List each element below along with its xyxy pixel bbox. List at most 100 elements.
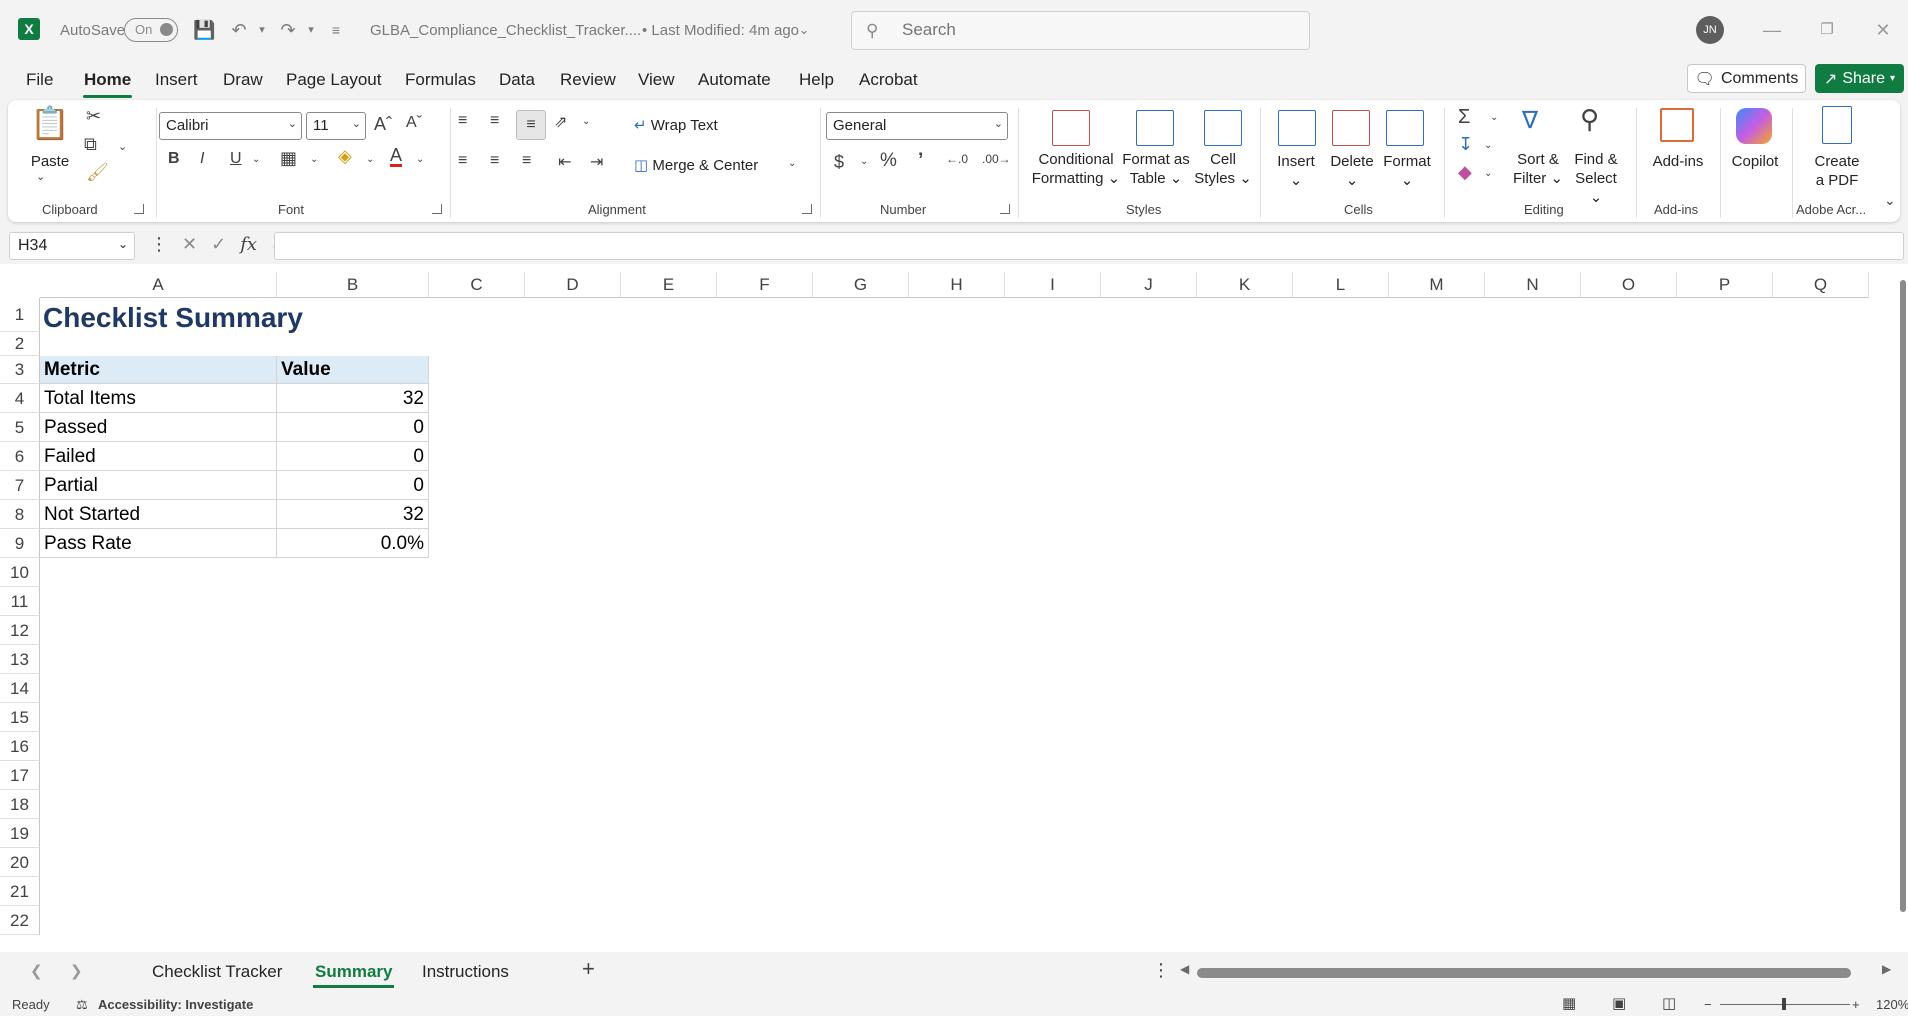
fill-dropdown-icon[interactable]: ⌄ (1484, 140, 1492, 151)
row-header[interactable]: 19 (0, 819, 40, 848)
fill-icon[interactable]: ↧ (1458, 134, 1473, 155)
ribbon-collapse-icon[interactable]: ⌄ (1884, 192, 1896, 209)
clear-dropdown-icon[interactable]: ⌄ (1484, 168, 1492, 179)
sort-filter-icon[interactable]: ∇ (1522, 106, 1538, 135)
row-header[interactable]: 2 (0, 332, 40, 356)
accessibility-icon[interactable]: ⚖ (76, 997, 88, 1013)
header-cell-metric[interactable]: Metric (40, 356, 277, 384)
decrease-font-icon[interactable]: Aˇ (406, 114, 422, 132)
create-pdf-button[interactable]: Create a PDF (1804, 152, 1870, 190)
cell-styles-button[interactable]: Cell Styles ⌄ (1194, 150, 1252, 188)
row-header[interactable]: 8 (0, 500, 40, 529)
borders-icon[interactable]: ▦ (280, 148, 297, 169)
currency-icon[interactable]: $ (834, 152, 844, 173)
cancel-entry-icon[interactable]: ✕ (182, 234, 197, 255)
zoom-level[interactable]: 120% (1876, 997, 1908, 1012)
menu-file[interactable]: File (22, 68, 57, 92)
page-break-view-icon[interactable]: ◫ (1662, 994, 1676, 1012)
redo-dropdown-icon[interactable]: ▾ (301, 20, 321, 40)
value-cell[interactable]: 32 (277, 384, 429, 413)
scroll-right-icon[interactable]: ▶ (1882, 962, 1891, 976)
row-header[interactable]: 10 (0, 558, 40, 587)
column-header[interactable]: B (277, 272, 429, 298)
row-header[interactable]: 12 (0, 616, 40, 645)
sheet-title[interactable]: Checklist Summary (43, 302, 303, 334)
font-size-select[interactable]: 11 ⌄ (306, 112, 366, 140)
redo-icon[interactable]: ↷ (278, 20, 298, 40)
menu-view[interactable]: View (634, 68, 679, 92)
font-color-icon[interactable]: A (390, 146, 403, 167)
row-header[interactable]: 5 (0, 413, 40, 442)
copy-dropdown-icon[interactable]: ⌄ (118, 140, 127, 153)
underline-icon[interactable]: U (230, 150, 242, 168)
row-header[interactable]: 11 (0, 587, 40, 616)
insert-cells-button[interactable]: Insert ⌄ (1268, 152, 1324, 190)
column-header[interactable]: M (1389, 272, 1485, 298)
decrease-indent-icon[interactable]: ⇤ (558, 152, 571, 172)
copilot-button[interactable]: Copilot (1726, 152, 1784, 171)
autosum-dropdown-icon[interactable]: ⌄ (1490, 112, 1498, 123)
metric-cell[interactable]: Failed (40, 442, 277, 471)
alignment-launcher-icon[interactable] (802, 204, 812, 214)
row-header[interactable]: 17 (0, 761, 40, 790)
undo-icon[interactable]: ↶ (229, 20, 249, 40)
autosave-toggle[interactable]: On (124, 18, 178, 42)
insert-cells-icon[interactable] (1278, 110, 1316, 146)
row-header[interactable]: 14 (0, 674, 40, 703)
menu-automate[interactable]: Automate (694, 68, 775, 92)
search-input[interactable] (902, 20, 1282, 40)
column-header[interactable]: P (1677, 272, 1773, 298)
next-sheet-icon[interactable]: ❯ (70, 962, 83, 980)
underline-dropdown-icon[interactable]: ⌄ (252, 154, 260, 165)
column-header[interactable]: F (717, 272, 813, 298)
column-header[interactable]: O (1581, 272, 1677, 298)
row-header[interactable]: 4 (0, 384, 40, 413)
percent-icon[interactable]: % (880, 150, 897, 172)
value-cell[interactable]: 0 (277, 413, 429, 442)
save-icon[interactable]: 💾 (193, 20, 215, 40)
page-layout-view-icon[interactable]: ▣ (1612, 994, 1626, 1012)
column-header[interactable]: E (621, 272, 717, 298)
align-center-icon[interactable]: ≡ (490, 152, 499, 170)
column-header[interactable]: G (813, 272, 909, 298)
fill-color-icon[interactable]: ◈ (338, 146, 352, 167)
name-box[interactable]: H34 ⌄ (9, 232, 135, 260)
conditional-formatting-button[interactable]: Conditional Formatting ⌄ (1024, 150, 1128, 188)
copy-icon[interactable]: ⧉ (84, 134, 97, 155)
number-launcher-icon[interactable] (1000, 204, 1010, 214)
metric-cell[interactable]: Not Started (40, 500, 277, 529)
value-cell[interactable]: 0 (277, 471, 429, 500)
accessibility-status[interactable]: Accessibility: Investigate (98, 997, 253, 1012)
row-header[interactable]: 7 (0, 471, 40, 500)
italic-icon[interactable]: I (200, 150, 204, 168)
prev-sheet-icon[interactable]: ❮ (30, 962, 43, 980)
clear-icon[interactable]: ◆ (1458, 162, 1472, 183)
currency-dropdown-icon[interactable]: ⌄ (860, 156, 868, 167)
comments-button[interactable]: 🗨 Comments (1687, 64, 1806, 93)
menu-draw[interactable]: Draw (219, 68, 267, 92)
horizontal-scrollbar[interactable] (1197, 968, 1851, 978)
align-bottom-icon[interactable]: ≡ (516, 110, 546, 140)
value-cell[interactable]: 32 (277, 500, 429, 529)
column-header[interactable]: J (1101, 272, 1197, 298)
autosum-icon[interactable]: Σ (1458, 106, 1470, 129)
font-color-dropdown-icon[interactable]: ⌄ (416, 154, 424, 165)
add-ins-icon[interactable] (1660, 108, 1694, 142)
customize-toolbar-icon[interactable]: ≡ (326, 20, 346, 40)
avatar[interactable]: JN (1696, 16, 1724, 44)
sort-filter-button[interactable]: Sort & Filter ⌄ (1512, 150, 1564, 188)
undo-dropdown-icon[interactable]: ▾ (252, 20, 272, 40)
decrease-decimal-icon[interactable]: .00→ (982, 152, 1011, 166)
zoom-in-icon[interactable]: + (1852, 997, 1860, 1012)
tabs-options-icon[interactable]: ⋮ (1152, 960, 1170, 981)
orientation-dropdown-icon[interactable]: ⌄ (582, 116, 590, 127)
align-right-icon[interactable]: ≡ (522, 152, 531, 170)
conditional-formatting-icon[interactable] (1052, 110, 1090, 146)
tab-summary[interactable]: Summary (309, 960, 398, 988)
zoom-out-icon[interactable]: − (1704, 997, 1712, 1012)
close-icon[interactable]: ✕ (1868, 16, 1898, 44)
confirm-entry-icon[interactable]: ✓ (211, 234, 226, 255)
value-cell[interactable]: 0 (277, 442, 429, 471)
column-header[interactable]: Q (1773, 272, 1869, 298)
number-format-select[interactable]: General ⌄ (826, 112, 1008, 140)
